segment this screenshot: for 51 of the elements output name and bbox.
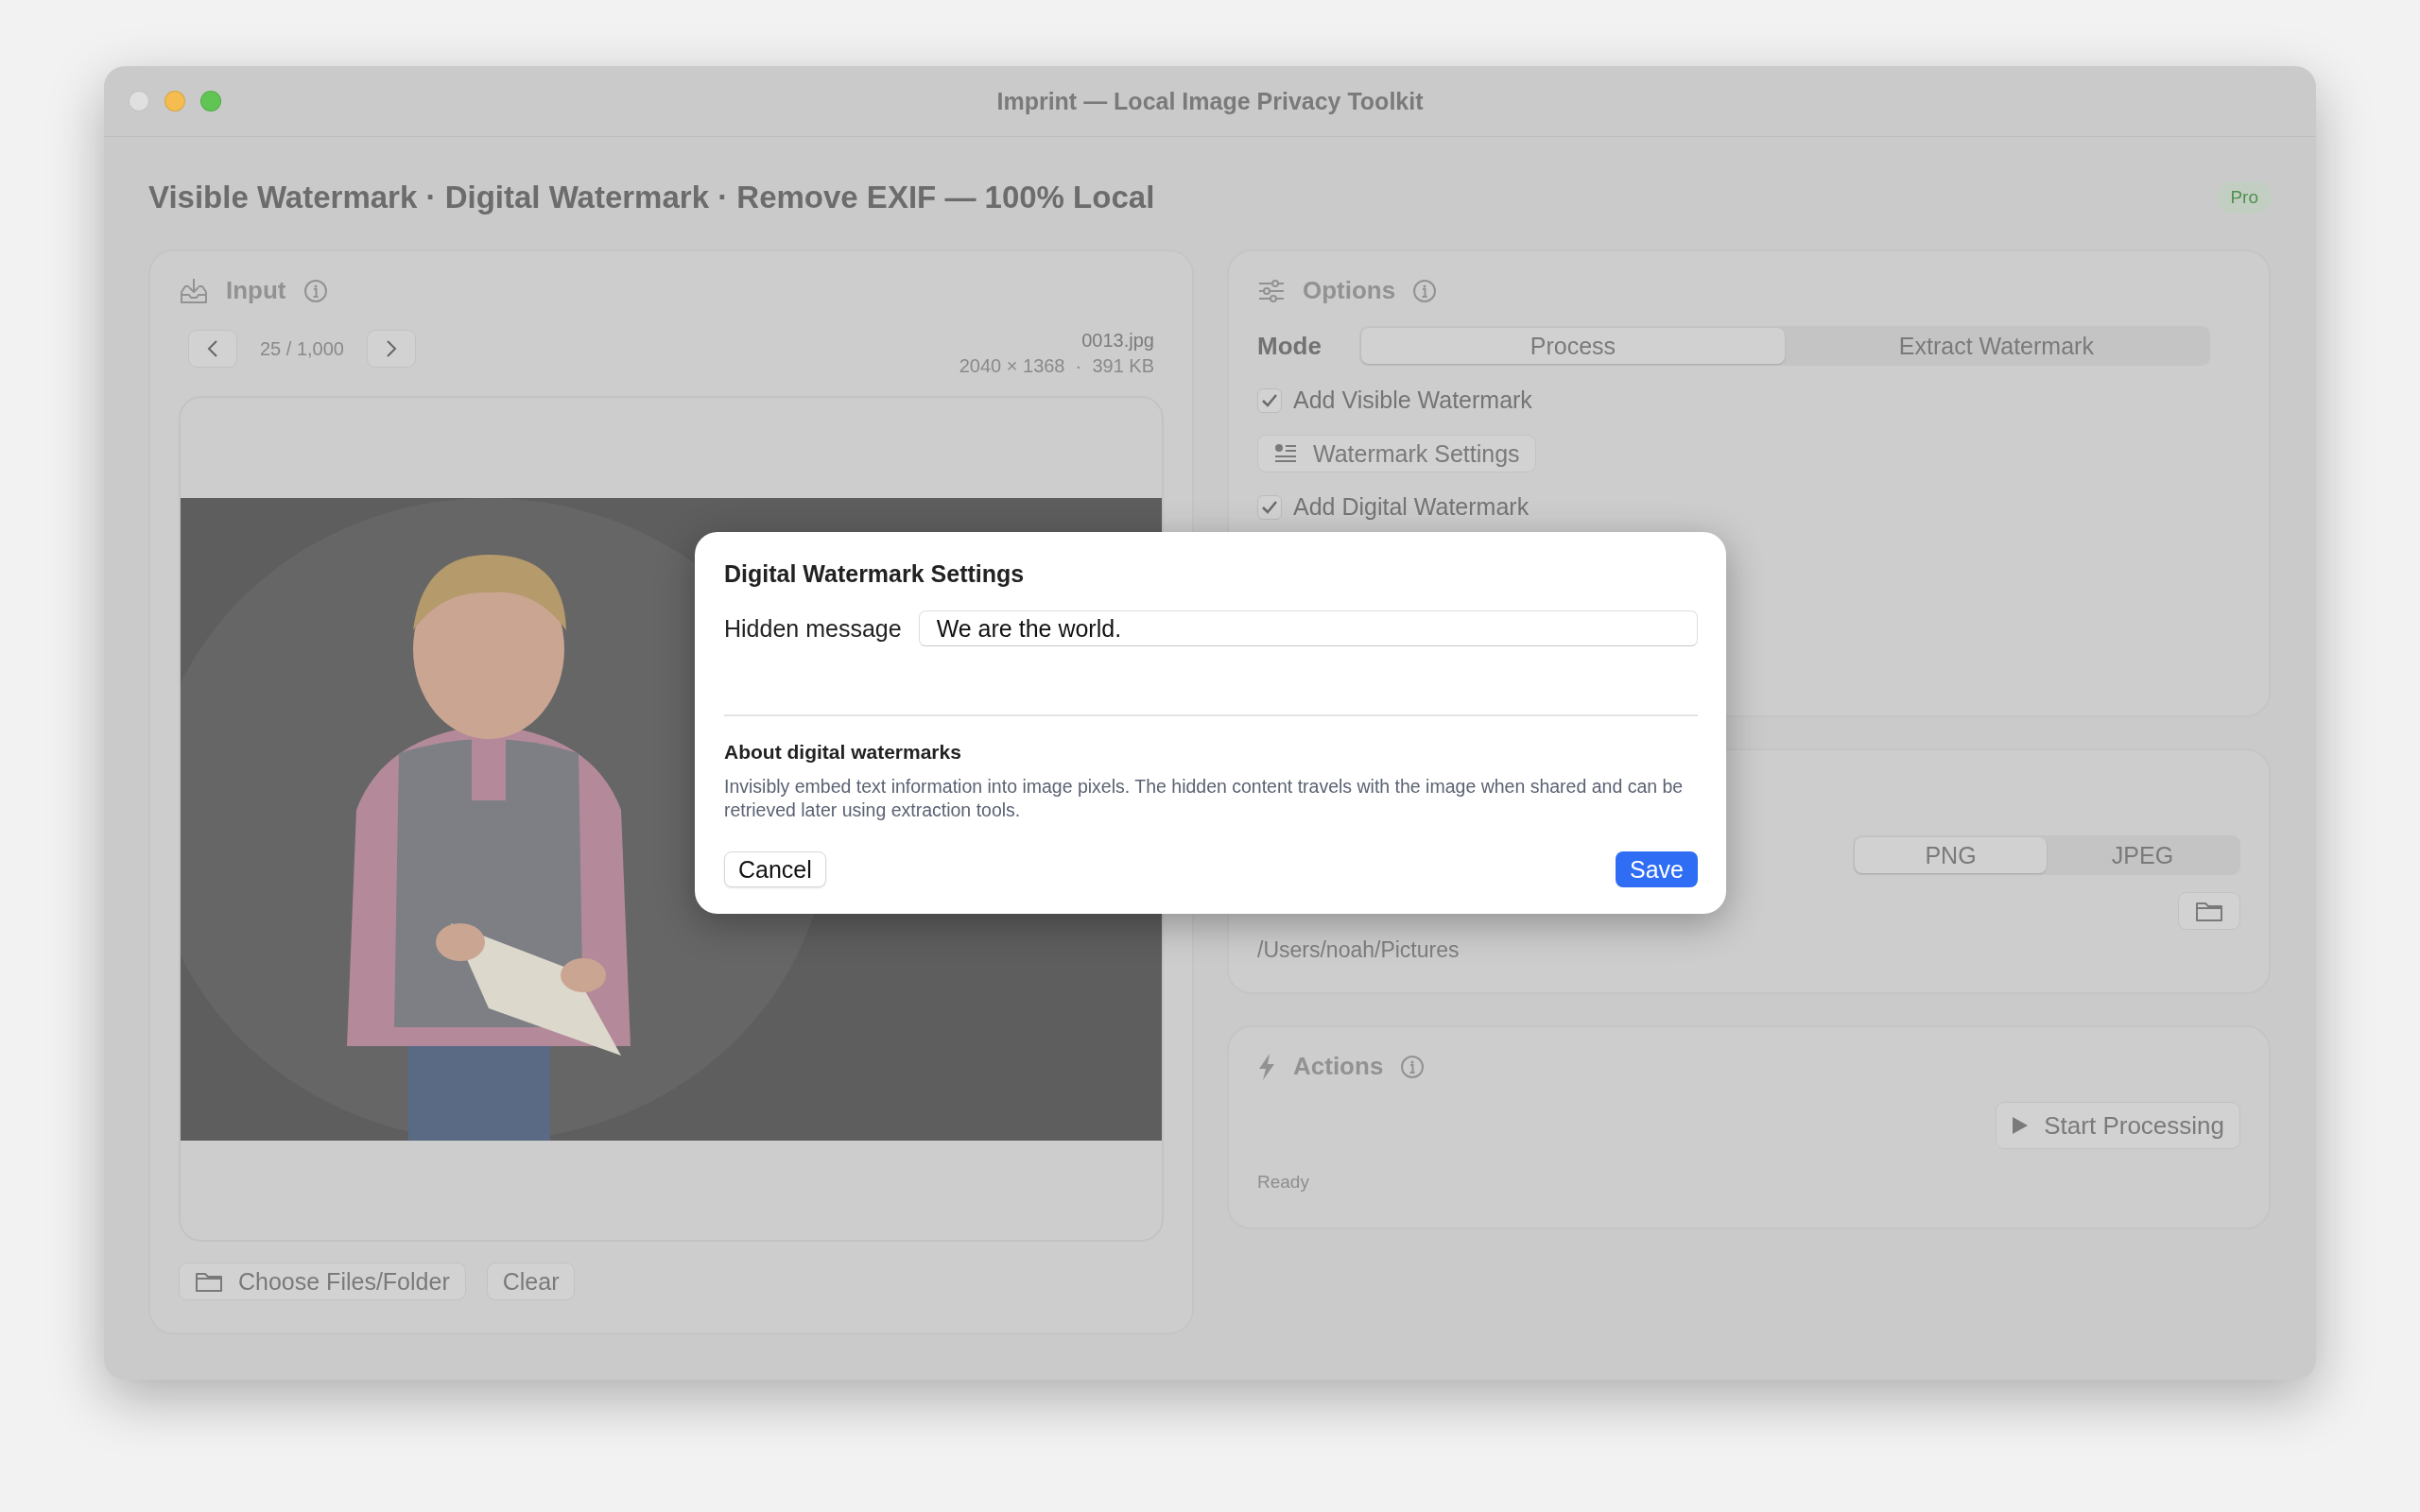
file-name: 0013.jpg — [1081, 330, 1154, 352]
checkbox-label: Add Digital Watermark — [1293, 493, 1530, 521]
zoom-button[interactable] — [200, 91, 221, 112]
status-text: Ready — [1257, 1172, 1310, 1193]
cancel-button[interactable]: Cancel — [724, 851, 826, 887]
folder-icon — [195, 1270, 223, 1293]
mode-label: Mode — [1257, 331, 1322, 361]
info-icon[interactable] — [1400, 1054, 1426, 1079]
checkbox[interactable] — [1257, 494, 1282, 520]
chevron-right-icon — [385, 339, 397, 358]
pro-badge: Pro — [2217, 181, 2272, 214]
folder-icon — [2195, 900, 2223, 922]
close-button[interactable] — [129, 91, 149, 112]
watermark-settings-button[interactable]: Watermark Settings — [1257, 435, 1536, 472]
section-title: About digital watermarks — [724, 741, 962, 764]
format-segment[interactable]: PNG — [1855, 837, 2047, 873]
dialog-title: Digital Watermark Settings — [724, 560, 1026, 588]
mode-segment[interactable]: Extract Watermark — [1784, 328, 2208, 364]
checkbox[interactable] — [1257, 387, 1282, 413]
list-icon — [1273, 442, 1298, 465]
format-segment[interactable]: JPEG — [2047, 837, 2238, 873]
field-label: Hidden message — [724, 614, 902, 643]
previous-button[interactable] — [188, 330, 237, 368]
choose-files-button[interactable]: Choose Files/Folder — [179, 1263, 466, 1300]
folder-button[interactable] — [2178, 892, 2240, 930]
file-info: 2040 × 1368 · 391 KB — [959, 355, 1154, 377]
save-button[interactable]: Save — [1616, 851, 1698, 887]
chevron-left-icon — [207, 339, 218, 358]
info-icon[interactable] — [302, 278, 328, 303]
info-icon[interactable] — [1412, 278, 1438, 303]
panel-title: Actions — [1293, 1052, 1384, 1081]
start-processing-button[interactable]: Start Processing — [1996, 1102, 2240, 1149]
play-icon — [2012, 1116, 2030, 1135]
sliders-icon — [1257, 278, 1286, 303]
description: Invisibly embed text information into image pixels. The hidden content travels with the image when shared and can be retrieved later using extraction tools. — [724, 775, 1685, 822]
clear-button[interactable]: Clear — [486, 1263, 576, 1300]
next-button[interactable] — [366, 330, 416, 368]
checkmark-icon — [1261, 499, 1278, 515]
headline: Visible Watermark · Digital Watermark · Remove EXIF — 100% Local — [148, 180, 1155, 215]
panel-title: Options — [1303, 276, 1396, 305]
output-folder-path: /Users/noah/Pictures — [1257, 937, 1461, 963]
minimize-button[interactable] — [164, 91, 185, 112]
tray-icon — [179, 276, 209, 305]
window-title: Imprint — Local Image Privacy Toolkit — [996, 87, 1424, 115]
checkbox-label: Add Visible Watermark — [1293, 387, 1532, 414]
hidden-message-field[interactable]: We are the world. — [918, 610, 1698, 646]
panel-title: Input — [226, 276, 286, 305]
checkmark-icon — [1261, 392, 1278, 408]
lightning-icon — [1257, 1052, 1276, 1081]
image-counter: 25 / 1,000 — [260, 337, 344, 360]
mode-segment[interactable]: Process — [1360, 328, 1785, 364]
